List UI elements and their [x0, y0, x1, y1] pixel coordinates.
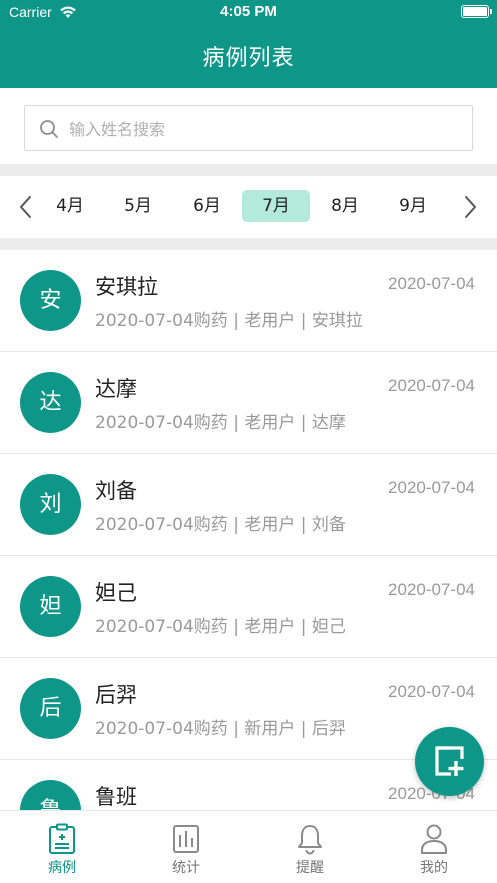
month-tab-april[interactable]: 4月 — [36, 190, 104, 222]
navigation-bar: Carrier 4:05 PM 病例列表 — [0, 0, 497, 88]
search-box[interactable] — [24, 105, 473, 151]
patient-name: 鲁班 — [95, 785, 137, 809]
battery-icon — [461, 5, 492, 18]
patient-name: 刘备 — [95, 479, 137, 503]
list-item[interactable]: 刘 刘备 2020-07-04 2020-07-04购药 | 老用户 | 刘备 — [0, 454, 497, 556]
record-date: 2020-07-04 — [388, 682, 475, 701]
month-selector: 4月 5月 6月 7月 8月 9月 — [0, 176, 497, 238]
patient-name: 安琪拉 — [95, 275, 158, 299]
patient-name: 达摩 — [95, 377, 137, 401]
previous-month-arrow-icon[interactable] — [14, 194, 38, 220]
record-date: 2020-07-04 — [388, 376, 475, 395]
tab-cases[interactable]: 病例 — [0, 811, 124, 883]
record-date: 2020-07-04 — [388, 478, 475, 497]
chart-icon — [173, 825, 199, 853]
tab-profile[interactable]: 我的 — [372, 811, 496, 883]
month-tab-may[interactable]: 5月 — [104, 190, 172, 222]
tab-label: 我的 — [420, 860, 448, 876]
month-tab-september[interactable]: 9月 — [379, 190, 447, 222]
page-title: 病例列表 — [202, 46, 295, 71]
month-tab-june[interactable]: 6月 — [173, 190, 241, 222]
tab-label: 提醒 — [296, 860, 324, 876]
user-icon — [421, 824, 447, 854]
avatar: 鲁 — [20, 780, 81, 810]
record-detail: 2020-07-04购药 | 老用户 | 安琪拉 — [95, 311, 363, 331]
avatar: 刘 — [20, 474, 81, 535]
section-divider — [0, 164, 497, 176]
add-record-icon — [435, 746, 464, 776]
search-input[interactable] — [69, 114, 459, 144]
next-month-arrow-icon[interactable] — [458, 194, 482, 220]
clipboard-icon — [49, 823, 75, 854]
case-list: 安 安琪拉 2020-07-04 2020-07-04购药 | 老用户 | 安琪… — [0, 250, 497, 810]
record-detail: 2020-07-04购药 | 老用户 | 妲己 — [95, 617, 346, 637]
patient-name: 妲己 — [95, 581, 137, 605]
search-icon — [40, 120, 58, 138]
record-detail: 2020-07-04购药 | 老用户 | 刘备 — [95, 515, 346, 535]
add-record-button[interactable] — [415, 727, 484, 796]
month-tab-july[interactable]: 7月 — [242, 190, 310, 222]
avatar: 达 — [20, 372, 81, 433]
record-detail: 2020-07-04购药 | 老用户 | 达摩 — [95, 413, 346, 433]
list-item[interactable]: 妲 妲己 2020-07-04 2020-07-04购药 | 老用户 | 妲己 — [0, 556, 497, 658]
list-item[interactable]: 达 达摩 2020-07-04 2020-07-04购药 | 老用户 | 达摩 — [0, 352, 497, 454]
patient-name: 后羿 — [95, 683, 137, 707]
clock: 4:05 PM — [220, 3, 277, 20]
list-item[interactable]: 安 安琪拉 2020-07-04 2020-07-04购药 | 老用户 | 安琪… — [0, 250, 497, 352]
month-tab-august[interactable]: 8月 — [311, 190, 379, 222]
tab-label: 统计 — [172, 860, 200, 876]
status-bar: Carrier 4:05 PM — [0, 0, 497, 26]
bottom-tab-bar: 病例 统计 提醒 我的 — [0, 810, 497, 883]
section-divider — [0, 238, 497, 250]
record-detail: 2020-07-04购药 | 新用户 | 后羿 — [95, 719, 346, 739]
avatar: 安 — [20, 270, 81, 331]
tab-reminders[interactable]: 提醒 — [248, 811, 372, 883]
avatar: 后 — [20, 678, 81, 739]
search-section — [0, 88, 497, 164]
avatar: 妲 — [20, 576, 81, 637]
bell-icon — [298, 825, 322, 855]
record-date: 2020-07-04 — [388, 580, 475, 599]
tab-statistics[interactable]: 统计 — [124, 811, 248, 883]
tab-label: 病例 — [48, 860, 76, 876]
record-date: 2020-07-04 — [388, 274, 475, 293]
